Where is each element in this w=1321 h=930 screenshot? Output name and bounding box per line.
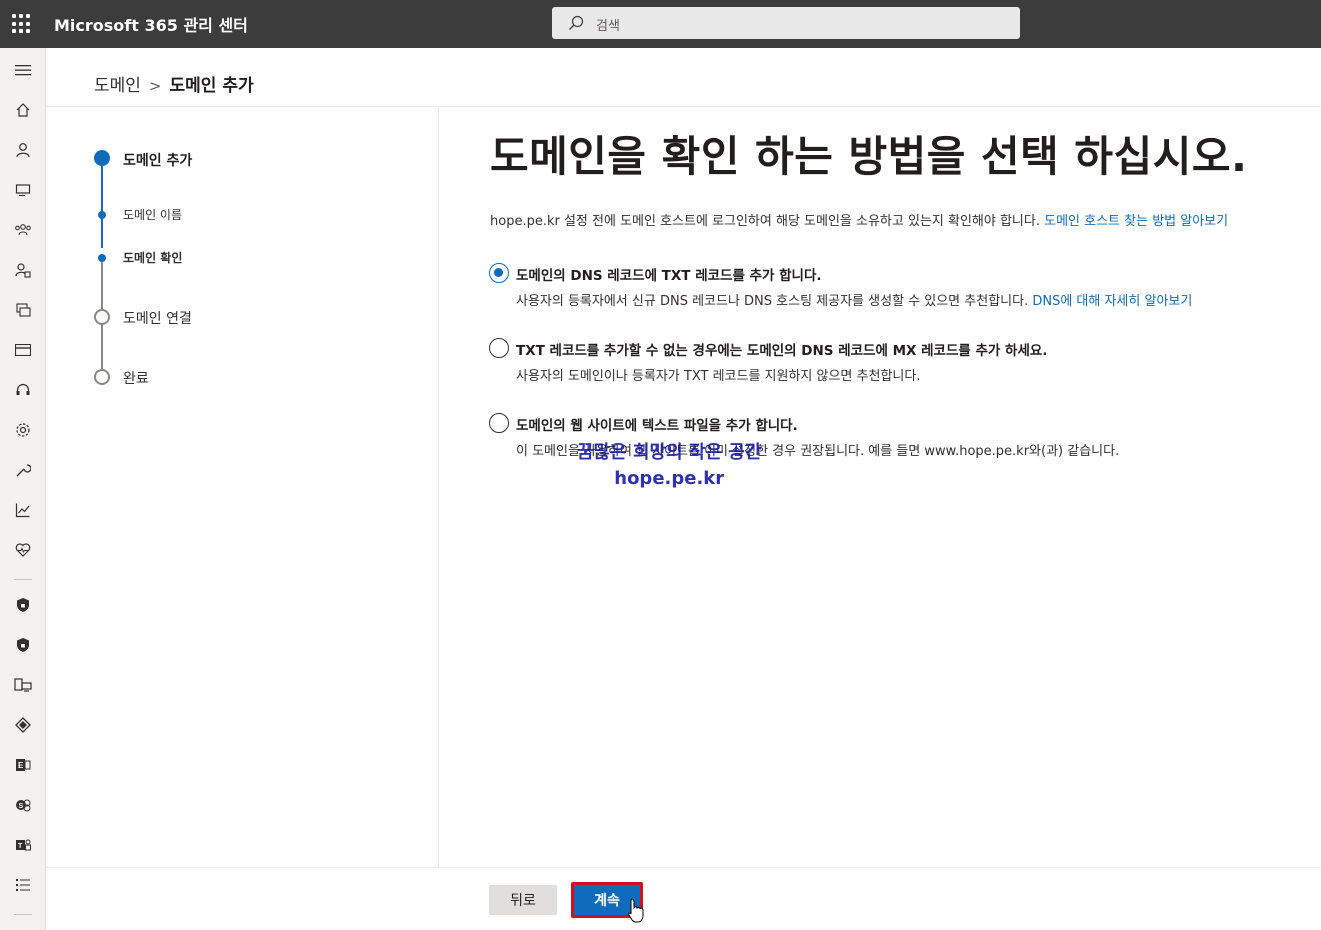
svg-text:E: E <box>18 761 24 770</box>
user-icon[interactable] <box>13 140 33 160</box>
app-title[interactable]: Microsoft 365 관리 센터 <box>54 12 248 36</box>
step-current-dot <box>94 150 110 166</box>
endpoint-icon[interactable] <box>13 675 33 695</box>
billing-icon[interactable] <box>13 340 33 360</box>
description: hope.pe.kr 설정 전에 도메인 호스트에 로그인하여 해당 도메인을 … <box>490 210 1228 229</box>
txt-record-desc-text: 사용자의 등록자에서 신규 DNS 레코드나 DNS 호스팅 제공자를 생성할 … <box>516 294 1029 309</box>
menu-icon[interactable] <box>13 60 33 80</box>
text-file-radio[interactable] <box>489 413 509 433</box>
chevron-right-icon: > <box>148 77 162 95</box>
resources-icon[interactable] <box>13 300 33 320</box>
dns-learn-more-link[interactable]: DNS에 대해 자세히 알아보기 <box>1032 294 1192 309</box>
left-nav-rail: E S T <box>0 48 46 930</box>
step-connector <box>101 324 103 370</box>
substep-dot <box>98 211 106 219</box>
txt-record-radio[interactable] <box>489 263 509 283</box>
all-admin-centers-icon[interactable] <box>13 875 33 895</box>
teams-icon[interactable] <box>13 220 33 240</box>
mx-record-radio[interactable] <box>489 338 509 358</box>
search-icon <box>569 15 584 30</box>
step-verify-domain: 도메인 확인 <box>123 251 183 265</box>
page-title: 도메인을 확인 하는 방법을 선택 하십시오. <box>490 132 1248 181</box>
rail-divider-bottom <box>14 914 32 915</box>
watermark-line1: 꿈많은 희망의 작은 공간 <box>577 442 762 463</box>
step-connector <box>101 258 103 310</box>
txt-record-option-desc: 사용자의 등록자에서 신규 DNS 레코드나 DNS 호스팅 제공자를 생성할 … <box>516 290 1192 309</box>
top-bar: Microsoft 365 관리 센터 검색 <box>0 0 1321 48</box>
sharepoint-icon[interactable]: S <box>13 795 33 815</box>
footer-divider <box>46 867 1321 868</box>
header-divider <box>46 106 1321 107</box>
svg-text:T: T <box>18 843 23 850</box>
reports-icon[interactable] <box>13 500 33 520</box>
breadcrumb: 도메인 > 도메인 추가 <box>94 71 254 96</box>
step-connector-done <box>101 166 103 248</box>
devices-icon[interactable] <box>13 180 33 200</box>
step-finish: 완료 <box>123 371 149 387</box>
step-pending-dot <box>94 309 110 325</box>
exchange-icon[interactable]: E <box>13 755 33 775</box>
watermark-line2: hope.pe.kr <box>614 468 725 489</box>
setup-icon[interactable] <box>13 460 33 480</box>
settings-icon[interactable] <box>13 420 33 440</box>
description-text: hope.pe.kr 설정 전에 도메인 호스트에 로그인하여 해당 도메인을 … <box>490 214 1040 229</box>
text-file-option-title[interactable]: 도메인의 웹 사이트에 텍스트 파일을 추가 합니다. <box>516 414 798 434</box>
mx-record-option-desc: 사용자의 도메인이나 등록자가 TXT 레코드를 지원하지 않으면 추천합니다. <box>516 369 921 384</box>
back-button[interactable]: 뒤로 <box>489 885 557 915</box>
watermark: 꿈많은 희망의 작은 공간 hope.pe.kr <box>577 440 761 492</box>
app-launcher-icon[interactable] <box>12 14 32 34</box>
step-add-domain: 도메인 추가 <box>123 153 193 169</box>
support-icon[interactable] <box>13 380 33 400</box>
mouse-cursor-icon <box>628 898 644 923</box>
teams-admin-icon[interactable]: T <box>13 835 33 855</box>
health-icon[interactable] <box>13 540 33 560</box>
svg-text:S: S <box>19 803 24 810</box>
txt-record-option-title[interactable]: 도메인의 DNS 레코드에 TXT 레코드를 추가 합니다. <box>516 264 822 284</box>
roles-icon[interactable] <box>13 260 33 280</box>
step-pending-dot <box>94 369 110 385</box>
rail-divider <box>14 579 32 580</box>
security-icon[interactable] <box>13 595 33 615</box>
substep-dot <box>98 254 106 262</box>
step-domain-name: 도메인 이름 <box>123 208 183 222</box>
search-input[interactable]: 검색 <box>596 15 620 34</box>
breadcrumb-domains-link[interactable]: 도메인 <box>94 76 141 96</box>
breadcrumb-current: 도메인 추가 <box>169 76 254 96</box>
home-icon[interactable] <box>13 100 33 120</box>
compliance-icon[interactable] <box>13 635 33 655</box>
search-box[interactable]: 검색 <box>552 7 1020 39</box>
azure-ad-icon[interactable] <box>13 715 33 735</box>
mx-record-option-title[interactable]: TXT 레코드를 추가할 수 없는 경우에는 도메인의 DNS 레코드에 MX … <box>516 339 1047 359</box>
step-connect-domain: 도메인 연결 <box>123 311 192 327</box>
panel-divider <box>438 107 439 867</box>
find-host-link[interactable]: 도메인 호스트 찾는 방법 알아보기 <box>1044 214 1228 229</box>
